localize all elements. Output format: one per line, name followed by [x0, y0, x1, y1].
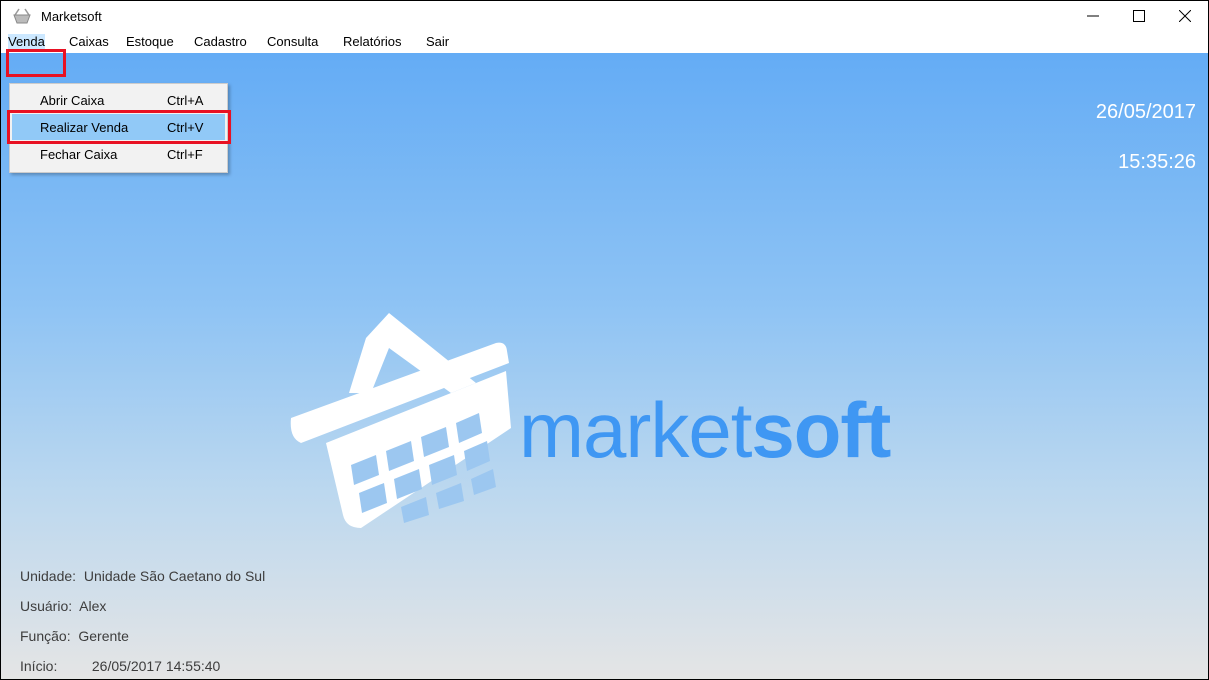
clock-time: 15:35:26 [1118, 151, 1196, 173]
basket-icon [13, 8, 31, 24]
menu-item-label: Abrir Caixa [40, 93, 105, 108]
menu-relatorios[interactable]: Relatórios [343, 34, 402, 49]
menu-bar: Venda Caixas Estoque Cadastro Consulta R… [1, 31, 1208, 53]
menu-venda[interactable]: Venda [8, 34, 45, 49]
menu-estoque[interactable]: Estoque [126, 34, 174, 49]
menu-item-fechar-caixa[interactable]: Fechar Caixa Ctrl+F [12, 141, 225, 167]
inicio-value: 26/05/2017 14:55:40 [91, 658, 221, 674]
close-icon [1179, 10, 1191, 22]
menu-caixas[interactable]: Caixas [69, 34, 109, 49]
title-bar[interactable]: Marketsoft [1, 1, 1208, 31]
inicio-label: Início: [20, 658, 58, 674]
unidade-label: Unidade: [20, 568, 77, 584]
minimize-icon [1087, 15, 1099, 17]
menu-item-label: Fechar Caixa [40, 147, 118, 162]
funcao-label: Função: [20, 628, 71, 644]
info-unidade: Unidade: Unidade São Caetano do Sul [20, 568, 265, 584]
logo-text-regular: market [519, 386, 752, 474]
menu-item-shortcut: Ctrl+A [167, 93, 204, 108]
info-usuario: Usuário: Alex [20, 598, 106, 614]
main-window: Marketsoft Venda Caixas Estoque Cadastro… [0, 0, 1209, 680]
close-button[interactable] [1162, 1, 1208, 31]
usuario-label: Usuário: [20, 598, 73, 614]
menu-consulta[interactable]: Consulta [267, 34, 318, 49]
logo-text: marketsoft [519, 385, 891, 476]
menu-cadastro[interactable]: Cadastro [194, 34, 247, 49]
minimize-button[interactable] [1070, 1, 1116, 31]
maximize-icon [1133, 10, 1145, 22]
highlight-box-venda [6, 49, 66, 77]
highlight-box-realizar-venda [7, 110, 231, 144]
maximize-button[interactable] [1116, 1, 1162, 31]
menu-sair[interactable]: Sair [426, 34, 449, 49]
info-funcao: Função: Gerente [20, 628, 129, 644]
usuario-value: Alex [79, 598, 107, 614]
window-title: Marketsoft [41, 9, 102, 24]
info-inicio: Início: 26/05/2017 14:55:40 [20, 658, 220, 674]
funcao-value: Gerente [78, 628, 129, 644]
menu-item-shortcut: Ctrl+F [167, 147, 203, 162]
clock-date: 26/05/2017 [1095, 101, 1196, 123]
logo-text-bold: soft [751, 386, 891, 474]
unidade-value: Unidade São Caetano do Sul [83, 568, 266, 584]
